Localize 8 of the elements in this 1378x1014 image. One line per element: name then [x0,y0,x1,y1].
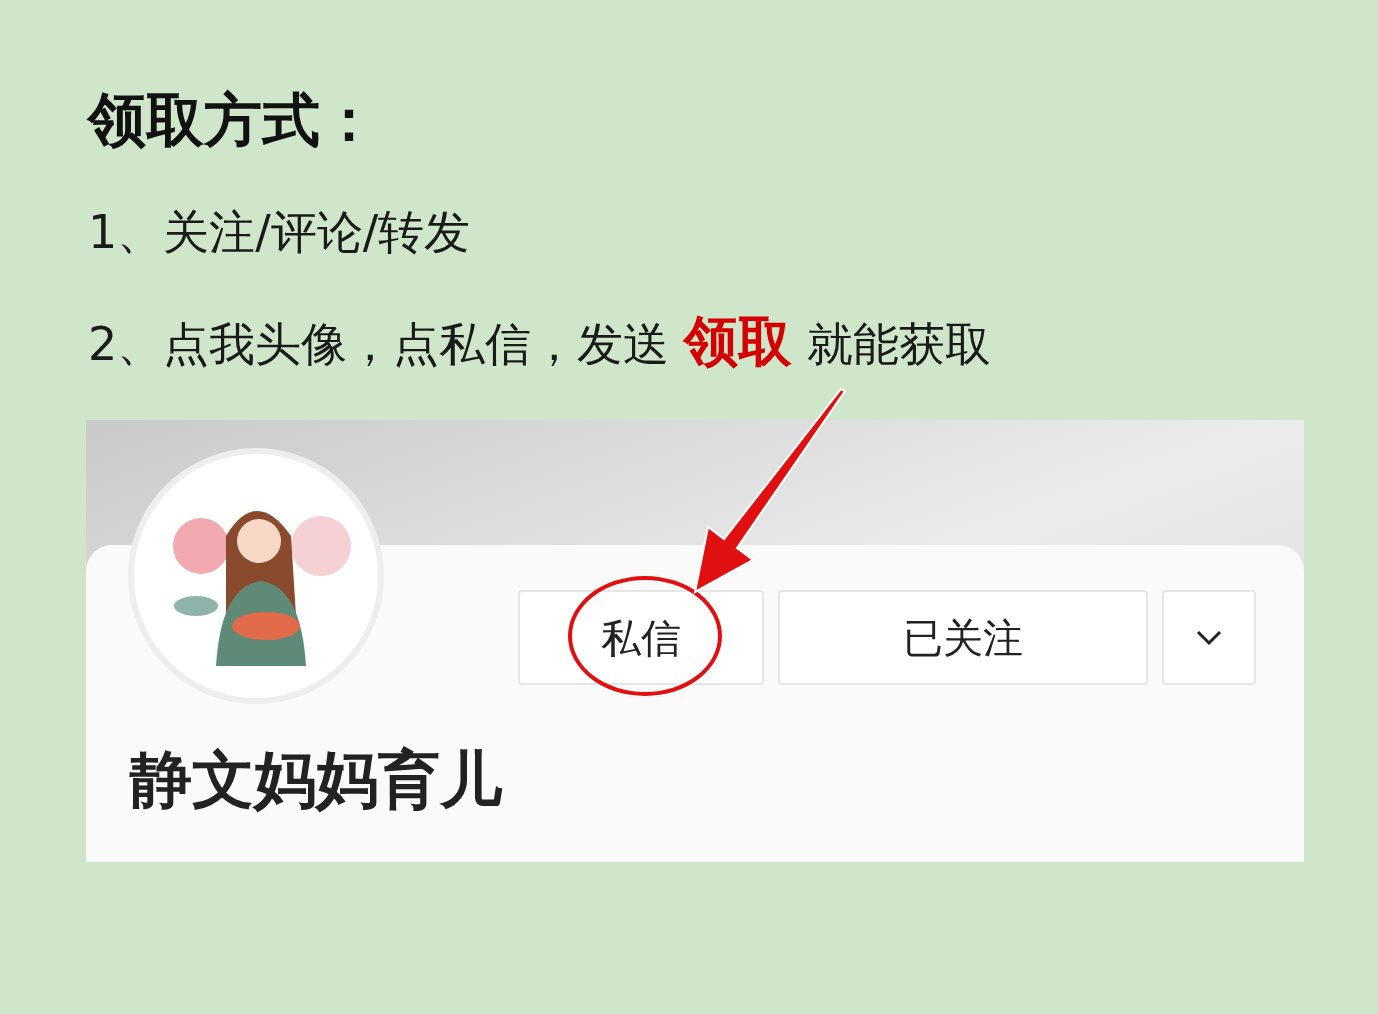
step-text: 1、关注/评论/转发 [88,204,471,261]
dropdown-button[interactable] [1162,590,1256,685]
profile-button[interactable]: 已关注 [778,590,1148,685]
heading: 领取方式： [88,85,378,156]
chevron-down-icon [1195,628,1223,647]
profile-button[interactable]: 私信 [518,590,764,685]
step-text: 2、点我头像，点私信，发送 领取 就能获取 [88,312,991,374]
profile-name: 静文妈妈育儿 [130,745,502,815]
